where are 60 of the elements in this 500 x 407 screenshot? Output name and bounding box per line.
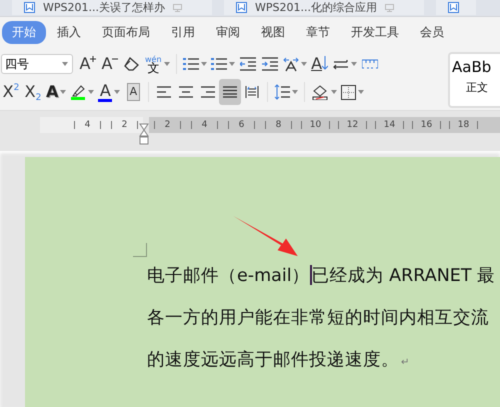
justify-align-icon[interactable] <box>223 86 238 98</box>
document-tab[interactable] <box>436 0 476 15</box>
asian-layout-icon[interactable] <box>282 56 299 72</box>
dropdown-arrow-icon[interactable] <box>62 62 68 66</box>
eraser-icon[interactable] <box>124 57 140 71</box>
dropdown-arrow-icon[interactable] <box>228 62 235 66</box>
margin-corner-mark <box>133 243 147 257</box>
character-shading-icon[interactable]: A <box>126 83 140 101</box>
toolbar-button[interactable]: A <box>99 51 121 77</box>
dropdown-arrow-icon[interactable] <box>358 90 364 94</box>
line-spacing-icon[interactable] <box>274 84 290 100</box>
ribbon-tab[interactable]: 章节 <box>296 21 340 44</box>
left-align-icon[interactable] <box>157 86 172 98</box>
phonetic-guide-icon[interactable]: wén 文 <box>145 55 162 73</box>
center-align-icon[interactable] <box>179 86 194 98</box>
distribute-align-icon[interactable] <box>245 86 260 98</box>
dropdown-arrow-icon[interactable] <box>331 90 338 94</box>
monitor-icon <box>384 4 394 12</box>
dropdown-arrow-icon[interactable] <box>200 62 207 66</box>
decrease-indent-icon[interactable] <box>240 57 256 71</box>
body-text-line: 各一方的用户能在非常短的时间内相互交流 <box>147 307 490 329</box>
toolbar-button[interactable]: A <box>96 79 122 105</box>
text-effect-icon[interactable]: A <box>46 84 58 100</box>
document-tab[interactable]: WPS201...关误了怎样办 <box>12 0 212 15</box>
toolbar-button[interactable]: A <box>308 51 331 77</box>
ribbon-tab[interactable]: 引用 <box>161 21 205 44</box>
line-break-icon[interactable] <box>332 58 349 70</box>
dropdown-arrow-icon[interactable] <box>88 90 94 94</box>
borders-icon[interactable] <box>341 84 356 100</box>
bullets-icon[interactable] <box>182 57 199 71</box>
increase-indent-icon[interactable] <box>262 57 278 71</box>
ribbon-tab[interactable]: 页面布局 <box>92 21 160 44</box>
ribbon-tab[interactable]: 插入 <box>47 21 91 44</box>
numbering-icon[interactable] <box>210 57 227 71</box>
dropdown-arrow-icon[interactable] <box>164 62 170 66</box>
toolbar-button[interactable]: wén 文 <box>143 51 172 77</box>
dropdown-arrow-icon[interactable] <box>114 90 120 94</box>
highlighter-icon[interactable] <box>70 84 86 100</box>
monitor-icon <box>172 4 182 12</box>
toolbar-button[interactable]: A <box>122 79 144 105</box>
ribbon-tab[interactable]: 开发工具 <box>341 21 409 44</box>
right-align-icon[interactable] <box>201 86 216 98</box>
dropdown-arrow-icon[interactable] <box>60 90 66 94</box>
paint-bucket-icon[interactable] <box>311 84 330 100</box>
gridlines-icon[interactable] <box>362 59 378 69</box>
body-text-line: 电子邮件（e-mail）已经成为 ARRANET 最 <box>147 265 496 287</box>
document-tab[interactable]: WPS201...化的综合应用 <box>224 0 424 15</box>
ribbon-tab[interactable]: 视图 <box>251 21 295 44</box>
dropdown-arrow-icon[interactable] <box>300 62 307 66</box>
dropdown-arrow-icon[interactable] <box>292 90 298 94</box>
toolbar-button[interactable]: A <box>44 79 68 105</box>
ribbon-tab[interactable]: 审阅 <box>206 21 250 44</box>
toolbar-button[interactable] <box>219 79 242 105</box>
body-text-line: 的速度远远高于邮件投递速度。↵ <box>147 349 410 372</box>
toolbar-button[interactable]: A <box>77 51 99 77</box>
indent-marker-icon[interactable] <box>139 123 149 145</box>
ribbon-tab[interactable]: 会员 <box>410 21 454 44</box>
style-preset[interactable]: AaBb 正文 <box>448 52 500 108</box>
font-size-field[interactable]: 四号 <box>1 54 73 74</box>
dropdown-arrow-icon[interactable] <box>350 62 357 66</box>
